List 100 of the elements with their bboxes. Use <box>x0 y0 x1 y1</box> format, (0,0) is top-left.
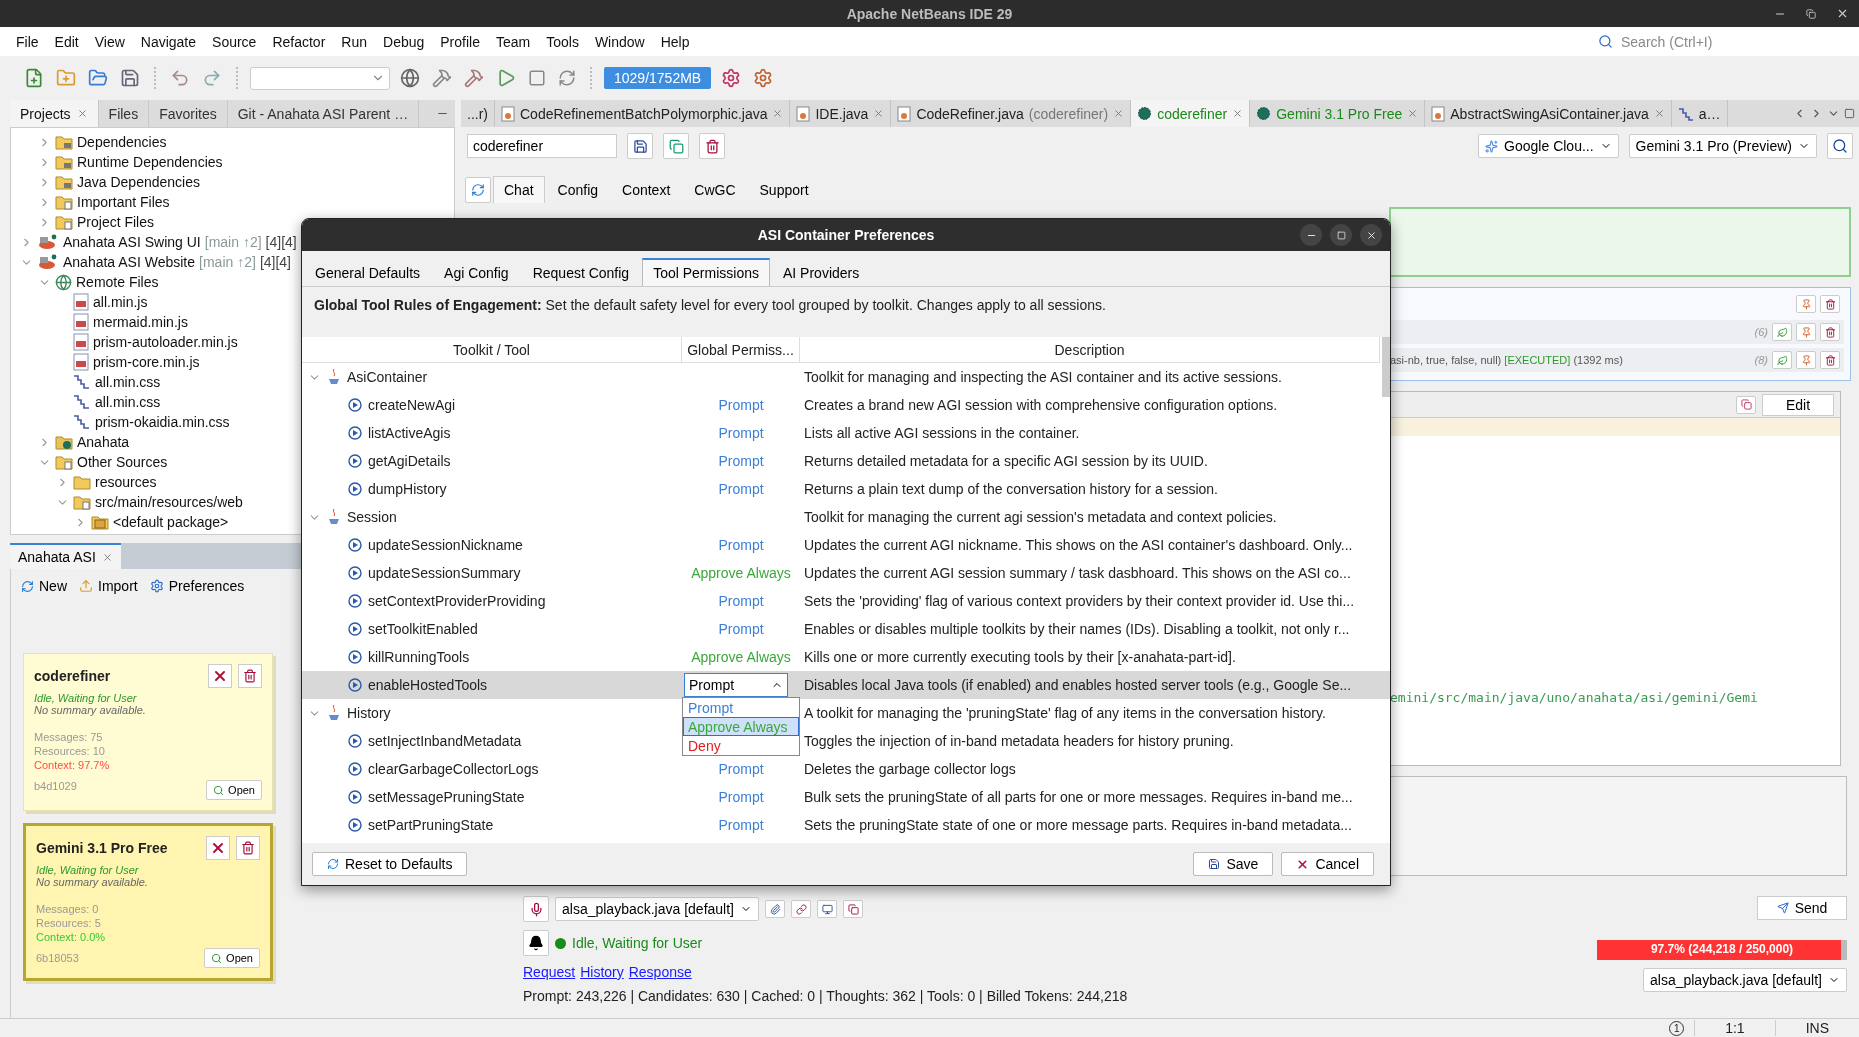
permission-dropdown[interactable]: Prompt <box>684 673 788 697</box>
editor-tab[interactable]: AbstractSwingAsiContainer.java <box>1425 100 1672 127</box>
scrollbar[interactable] <box>1382 337 1390 397</box>
delete-button[interactable] <box>699 133 725 159</box>
tree-item[interactable]: Project Files <box>77 214 155 230</box>
toolkit-name[interactable]: AsiContainer <box>347 369 428 385</box>
delete-button[interactable] <box>1820 323 1840 341</box>
chat-tab[interactable]: CwGC <box>683 176 747 203</box>
toolbar-action[interactable]: Import <box>79 578 138 594</box>
dialog-tab[interactable]: Agi Config <box>433 259 520 286</box>
copy-button[interactable] <box>843 900 863 918</box>
panel-tab[interactable]: Projects <box>10 100 99 127</box>
tree-item[interactable]: Anahata <box>77 434 130 450</box>
dialog-tab[interactable]: General Defaults <box>304 259 432 286</box>
send-button[interactable]: Send <box>1757 896 1847 920</box>
file-dropdown[interactable]: alsa_playback.java [default] <box>1643 968 1847 992</box>
link[interactable]: Response <box>628 964 692 980</box>
toolbar-action[interactable]: New <box>21 578 67 594</box>
delete-button[interactable] <box>238 664 262 688</box>
pin-button[interactable] <box>1796 295 1816 313</box>
pin-button[interactable] <box>1796 323 1816 341</box>
maximize-button[interactable] <box>1806 8 1816 19</box>
dialog-tab[interactable]: Request Config <box>521 259 641 286</box>
close-button[interactable] <box>1836 7 1849 20</box>
leaf-button[interactable] <box>1772 351 1792 369</box>
chat-tab[interactable]: Config <box>546 176 610 203</box>
menu-item[interactable]: Run <box>333 27 375 56</box>
search-field[interactable]: Search (Ctrl+I) <box>1619 32 1819 51</box>
tool-row[interactable]: enableHostedTools Prompt Disables local Java tools (if enabled) and enables hosted server tools (e.g., Google Se... <box>302 671 1390 699</box>
tree-item[interactable]: Other Sources <box>77 454 168 470</box>
save-button[interactable] <box>627 133 653 159</box>
tree-item[interactable]: prism-core.min.js <box>93 354 200 370</box>
pin-button[interactable] <box>1796 351 1816 369</box>
bell-button[interactable] <box>523 930 549 956</box>
editor-tab[interactable]: CodeRefiner.java (coderefiner) <box>891 100 1132 127</box>
dialog-tab[interactable]: AI Providers <box>772 259 871 286</box>
tree-item[interactable]: Anahata ASI Swing UI <box>63 234 201 250</box>
tree-item[interactable]: mermaid.min.js <box>93 314 188 330</box>
session-card[interactable]: Gemini 3.1 Pro Free Idle, Waiting for User No summary available. Messages: 0 Resources: 5 Context: 0.0% 6b18053 Open <box>23 823 273 981</box>
editor-tab[interactable]: IDE.java <box>790 100 892 127</box>
menu-item[interactable]: Navigate <box>132 27 205 56</box>
chat-tab[interactable]: Support <box>748 176 820 203</box>
toolkit-name[interactable]: History <box>347 705 391 721</box>
model-dropdown[interactable]: Gemini 3.1 Pro (Preview) <box>1628 134 1817 158</box>
editor-tab[interactable]: coderefiner <box>1131 100 1251 127</box>
message-input[interactable] <box>1389 776 1847 876</box>
edit-button[interactable]: Edit <box>1762 393 1834 416</box>
close-button[interactable] <box>208 664 232 688</box>
tree-item[interactable]: all.min.js <box>93 294 148 310</box>
tree-item[interactable]: resources <box>95 474 157 490</box>
delete-button[interactable] <box>1820 351 1840 369</box>
refresh-button[interactable] <box>465 177 491 203</box>
menu-item[interactable]: Team <box>487 27 539 56</box>
editor-tab[interactable]: a… <box>1671 100 1728 127</box>
editor-tab[interactable]: CodeRefinementBatchPolymorphic.java <box>495 100 791 127</box>
copy-button[interactable] <box>663 133 689 159</box>
editor-tab[interactable]: ...r) <box>461 100 495 127</box>
dialog-tab[interactable]: Tool Permissions <box>642 258 770 286</box>
menu-item[interactable]: Edit <box>46 27 87 56</box>
toolkit-name[interactable]: Session <box>347 509 397 525</box>
toolbar-action[interactable]: Preferences <box>149 578 245 594</box>
tree-item[interactable]: src/main/resources/web <box>95 494 243 510</box>
tree-item[interactable]: all.min.css <box>95 394 161 410</box>
menu-item[interactable]: View <box>86 27 133 56</box>
menu-item[interactable]: Tools <box>538 27 587 56</box>
screen-button[interactable] <box>817 900 837 918</box>
session-name-field[interactable]: coderefiner <box>467 134 617 158</box>
tree-item[interactable]: Runtime Dependencies <box>77 154 223 170</box>
provider-dropdown[interactable]: Google Clou... <box>1478 134 1619 158</box>
tree-item[interactable]: <default package> <box>113 514 229 530</box>
panel-tab[interactable]: Anahata ASI <box>10 543 121 569</box>
tree-item[interactable]: prism-okaidia.min.css <box>95 414 230 430</box>
link[interactable]: History <box>580 964 624 980</box>
tree-item[interactable]: Java Dependencies <box>77 174 200 190</box>
microphone-button[interactable] <box>523 896 549 922</box>
open-button[interactable]: Open <box>204 948 260 968</box>
maximize-button[interactable] <box>1330 224 1352 246</box>
attach-button[interactable] <box>765 900 785 918</box>
delete-button[interactable] <box>1820 295 1840 313</box>
leaf-button[interactable] <box>1772 323 1792 341</box>
copy-button[interactable] <box>1736 395 1756 414</box>
save-button[interactable]: Save <box>1193 852 1274 876</box>
close-button[interactable] <box>206 836 230 860</box>
tree-item[interactable]: all.min.css <box>95 374 161 390</box>
link[interactable]: Request <box>523 964 576 980</box>
tree-item[interactable]: prism-autoloader.min.js <box>93 334 238 350</box>
globe-icon[interactable] <box>398 66 422 90</box>
reset-button[interactable]: Reset to Defaults <box>312 852 468 876</box>
session-card[interactable]: coderefiner Idle, Waiting for User No summary available. Messages: 75 Resources: 10 Context: 97.7% b4d1029 Open <box>23 653 273 811</box>
delete-button[interactable] <box>236 836 260 860</box>
close-button[interactable] <box>1360 224 1382 246</box>
menu-item[interactable]: Source <box>204 27 265 56</box>
tree-item[interactable]: Anahata ASI Website <box>63 254 196 270</box>
link-button[interactable] <box>791 900 811 918</box>
menu-item[interactable]: Window <box>586 27 653 56</box>
chat-tab[interactable]: Chat <box>493 176 545 203</box>
open-button[interactable]: Open <box>206 780 262 800</box>
tree-item[interactable]: Dependencies <box>77 134 167 150</box>
tree-item[interactable]: Remote Files <box>76 274 159 290</box>
file-dropdown[interactable]: alsa_playback.java [default] <box>555 897 759 921</box>
